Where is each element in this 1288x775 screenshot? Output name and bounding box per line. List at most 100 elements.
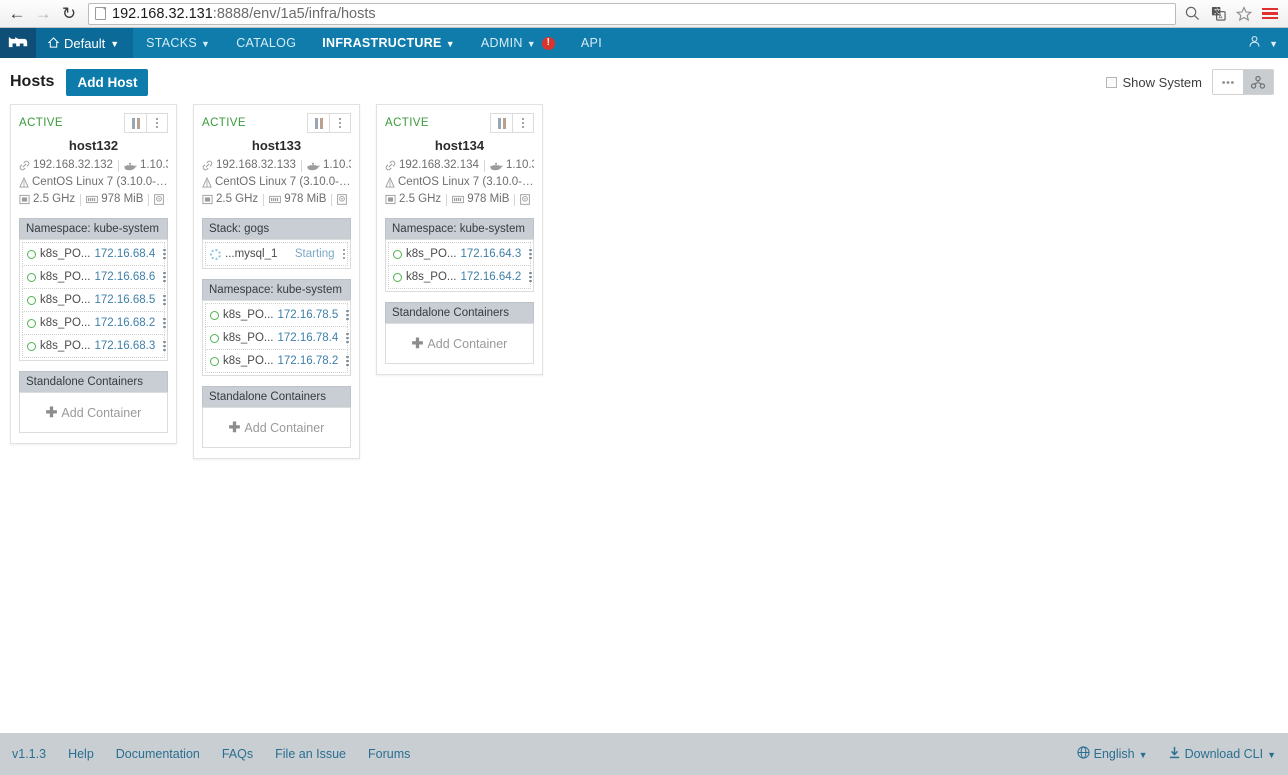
back-arrow-icon[interactable]: ←	[4, 1, 30, 27]
footer-link-file-an-issue[interactable]: File an Issue	[275, 747, 346, 761]
container-ip[interactable]: 172.16.78.2	[278, 355, 339, 367]
host-ip: 192.168.32.134	[399, 159, 479, 171]
reload-icon[interactable]: ↻	[56, 1, 82, 27]
host-stats-icon[interactable]	[125, 114, 146, 132]
container-ip[interactable]: 172.16.68.5	[95, 294, 156, 306]
nav-item-catalog[interactable]: CATALOG	[223, 28, 309, 58]
host-menu-icon[interactable]	[512, 114, 533, 132]
language-selector[interactable]: English ▼	[1077, 746, 1148, 762]
host-info: 192.168.32.133 1.10.3 CentOS Linux 7 (3.10…	[202, 157, 351, 208]
nav-item-api[interactable]: API	[568, 28, 615, 58]
container-ip[interactable]: 172.16.78.5	[278, 309, 339, 321]
add-container-button[interactable]: ✚ Add Container	[388, 326, 531, 361]
view-group-button[interactable]	[1243, 70, 1273, 94]
container-ip[interactable]: 172.16.68.2	[95, 317, 156, 329]
host-card[interactable]: ACTIVE host134 192.168.32.134 1.10.3 CentOS …	[376, 104, 543, 375]
footer-link-faqs[interactable]: FAQs	[222, 747, 253, 761]
host-menu-icon[interactable]	[146, 114, 167, 132]
host-stats-icon[interactable]	[491, 114, 512, 132]
chevron-down-icon: ▼	[1138, 750, 1148, 760]
container-row[interactable]: ...mysql_1 Starting	[205, 242, 348, 266]
section-body: ✚ Add Container	[19, 392, 168, 433]
nav-item-admin[interactable]: ADMIN ▼ !	[468, 28, 568, 58]
host-menu-dots-icon[interactable]	[338, 117, 342, 129]
footer-link-forums[interactable]: Forums	[368, 747, 410, 761]
browser-icon-group: 文A	[1180, 2, 1284, 26]
container-row[interactable]: k8s_PO... 172.16.68.4	[22, 242, 166, 266]
container-menu-dots-icon[interactable]	[163, 340, 166, 352]
host-menu-dots-icon[interactable]	[521, 117, 525, 129]
container-row[interactable]: k8s_PO... 172.16.78.2	[205, 350, 349, 373]
plus-icon: ✚	[228, 419, 241, 435]
container-menu-dots-icon[interactable]	[529, 248, 532, 260]
account-menu[interactable]: ▼	[1248, 28, 1288, 58]
divider	[263, 193, 265, 206]
footer-link-documentation[interactable]: Documentation	[116, 747, 200, 761]
host-info-os: CentOS Linux 7 (3.10.0-32...	[19, 174, 168, 191]
container-menu-dots-icon[interactable]	[529, 271, 532, 283]
page-header: Hosts Add Host Show System	[0, 58, 1288, 104]
globe-icon	[1077, 746, 1090, 762]
container-menu-dots-icon[interactable]	[346, 309, 349, 321]
container-row[interactable]: k8s_PO... 172.16.64.3	[388, 242, 532, 266]
container-menu-dots-icon[interactable]	[163, 271, 166, 283]
host-memory: 978 MiB	[284, 193, 327, 205]
address-bar[interactable]: 192.168.32.131:8888/env/1a5/infra/hosts	[88, 2, 1176, 25]
add-container-button[interactable]: ✚ Add Container	[205, 410, 348, 445]
cpu-icon	[385, 194, 396, 205]
nav-item-stacks[interactable]: STACKS ▼	[133, 28, 223, 58]
host-info-os: CentOS Linux 7 (3.10.0-32...	[385, 174, 534, 191]
view-list-button[interactable]	[1213, 70, 1243, 94]
hamburger-menu-icon[interactable]	[1258, 2, 1282, 26]
container-ip[interactable]: 172.16.64.2	[461, 271, 522, 283]
container-ip[interactable]: 172.16.68.4	[95, 248, 156, 260]
add-container-button[interactable]: ✚ Add Container	[22, 395, 165, 430]
container-name: k8s_PO...	[40, 271, 91, 283]
docker-whale-icon	[307, 161, 320, 171]
show-system-checkbox[interactable]	[1105, 76, 1117, 88]
host-action-group	[490, 113, 534, 133]
container-menu-dots-icon[interactable]	[163, 294, 166, 306]
host-menu-dots-icon[interactable]	[155, 117, 159, 129]
show-system-toggle[interactable]: Show System	[1105, 75, 1202, 90]
docker-version: 1.10.3	[505, 159, 534, 171]
container-name: k8s_PO...	[406, 271, 457, 283]
host-card[interactable]: ACTIVE host132 192.168.32.132 1.10.3 CentOS …	[10, 104, 177, 444]
container-row[interactable]: k8s_PO... 172.16.68.3	[22, 335, 166, 358]
container-row[interactable]: k8s_PO... 172.16.68.5	[22, 289, 166, 312]
container-menu-dots-icon[interactable]	[346, 332, 349, 344]
container-menu-dots-icon[interactable]	[163, 317, 166, 329]
container-menu-dots-icon[interactable]	[342, 248, 345, 260]
container-ip[interactable]: 172.16.64.3	[461, 248, 522, 260]
container-row[interactable]: k8s_PO... 172.16.68.2	[22, 312, 166, 335]
container-ip[interactable]: 172.16.68.3	[95, 340, 156, 352]
host-stats-icon[interactable]	[308, 114, 329, 132]
container-row[interactable]: k8s_PO... 172.16.78.5	[205, 303, 349, 327]
translate-icon[interactable]: 文A	[1206, 2, 1230, 26]
add-host-button[interactable]: Add Host	[66, 68, 149, 96]
host-section: Stack: gogs ...mysql_1 Starting	[202, 218, 351, 269]
container-ip[interactable]: 172.16.78.4	[278, 332, 339, 344]
forward-arrow-icon[interactable]: →	[30, 1, 56, 27]
container-menu-dots-icon[interactable]	[346, 355, 349, 367]
footer-link-help[interactable]: Help	[68, 747, 94, 761]
star-icon[interactable]	[1232, 2, 1256, 26]
container-row[interactable]: k8s_PO... 172.16.78.4	[205, 327, 349, 350]
link-icon	[19, 160, 30, 171]
container-row[interactable]: k8s_PO... 172.16.64.2	[388, 266, 532, 289]
host-ip: 192.168.32.132	[33, 159, 113, 171]
host-memory: 978 MiB	[101, 193, 144, 205]
section-title: Namespace: kube-system	[202, 279, 351, 300]
nav-item-infrastructure[interactable]: INFRASTRUCTURE ▼	[309, 28, 468, 58]
download-cli-menu[interactable]: Download CLI ▼	[1168, 746, 1276, 762]
host-card[interactable]: ACTIVE host133 192.168.32.133 1.10.3 CentOS …	[193, 104, 360, 459]
environment-selector[interactable]: Default ▼	[36, 28, 134, 58]
container-menu-dots-icon[interactable]	[163, 248, 166, 260]
container-ip[interactable]: 172.16.68.6	[95, 271, 156, 283]
container-row[interactable]: k8s_PO... 172.16.68.6	[22, 266, 166, 289]
rancher-cow-logo[interactable]	[0, 28, 36, 58]
search-icon[interactable]	[1180, 2, 1204, 26]
host-memory: 978 MiB	[467, 193, 510, 205]
host-menu-icon[interactable]	[329, 114, 350, 132]
browser-toolbar: ← → ↻ 192.168.32.131:8888/env/1a5/infra/…	[0, 0, 1288, 28]
